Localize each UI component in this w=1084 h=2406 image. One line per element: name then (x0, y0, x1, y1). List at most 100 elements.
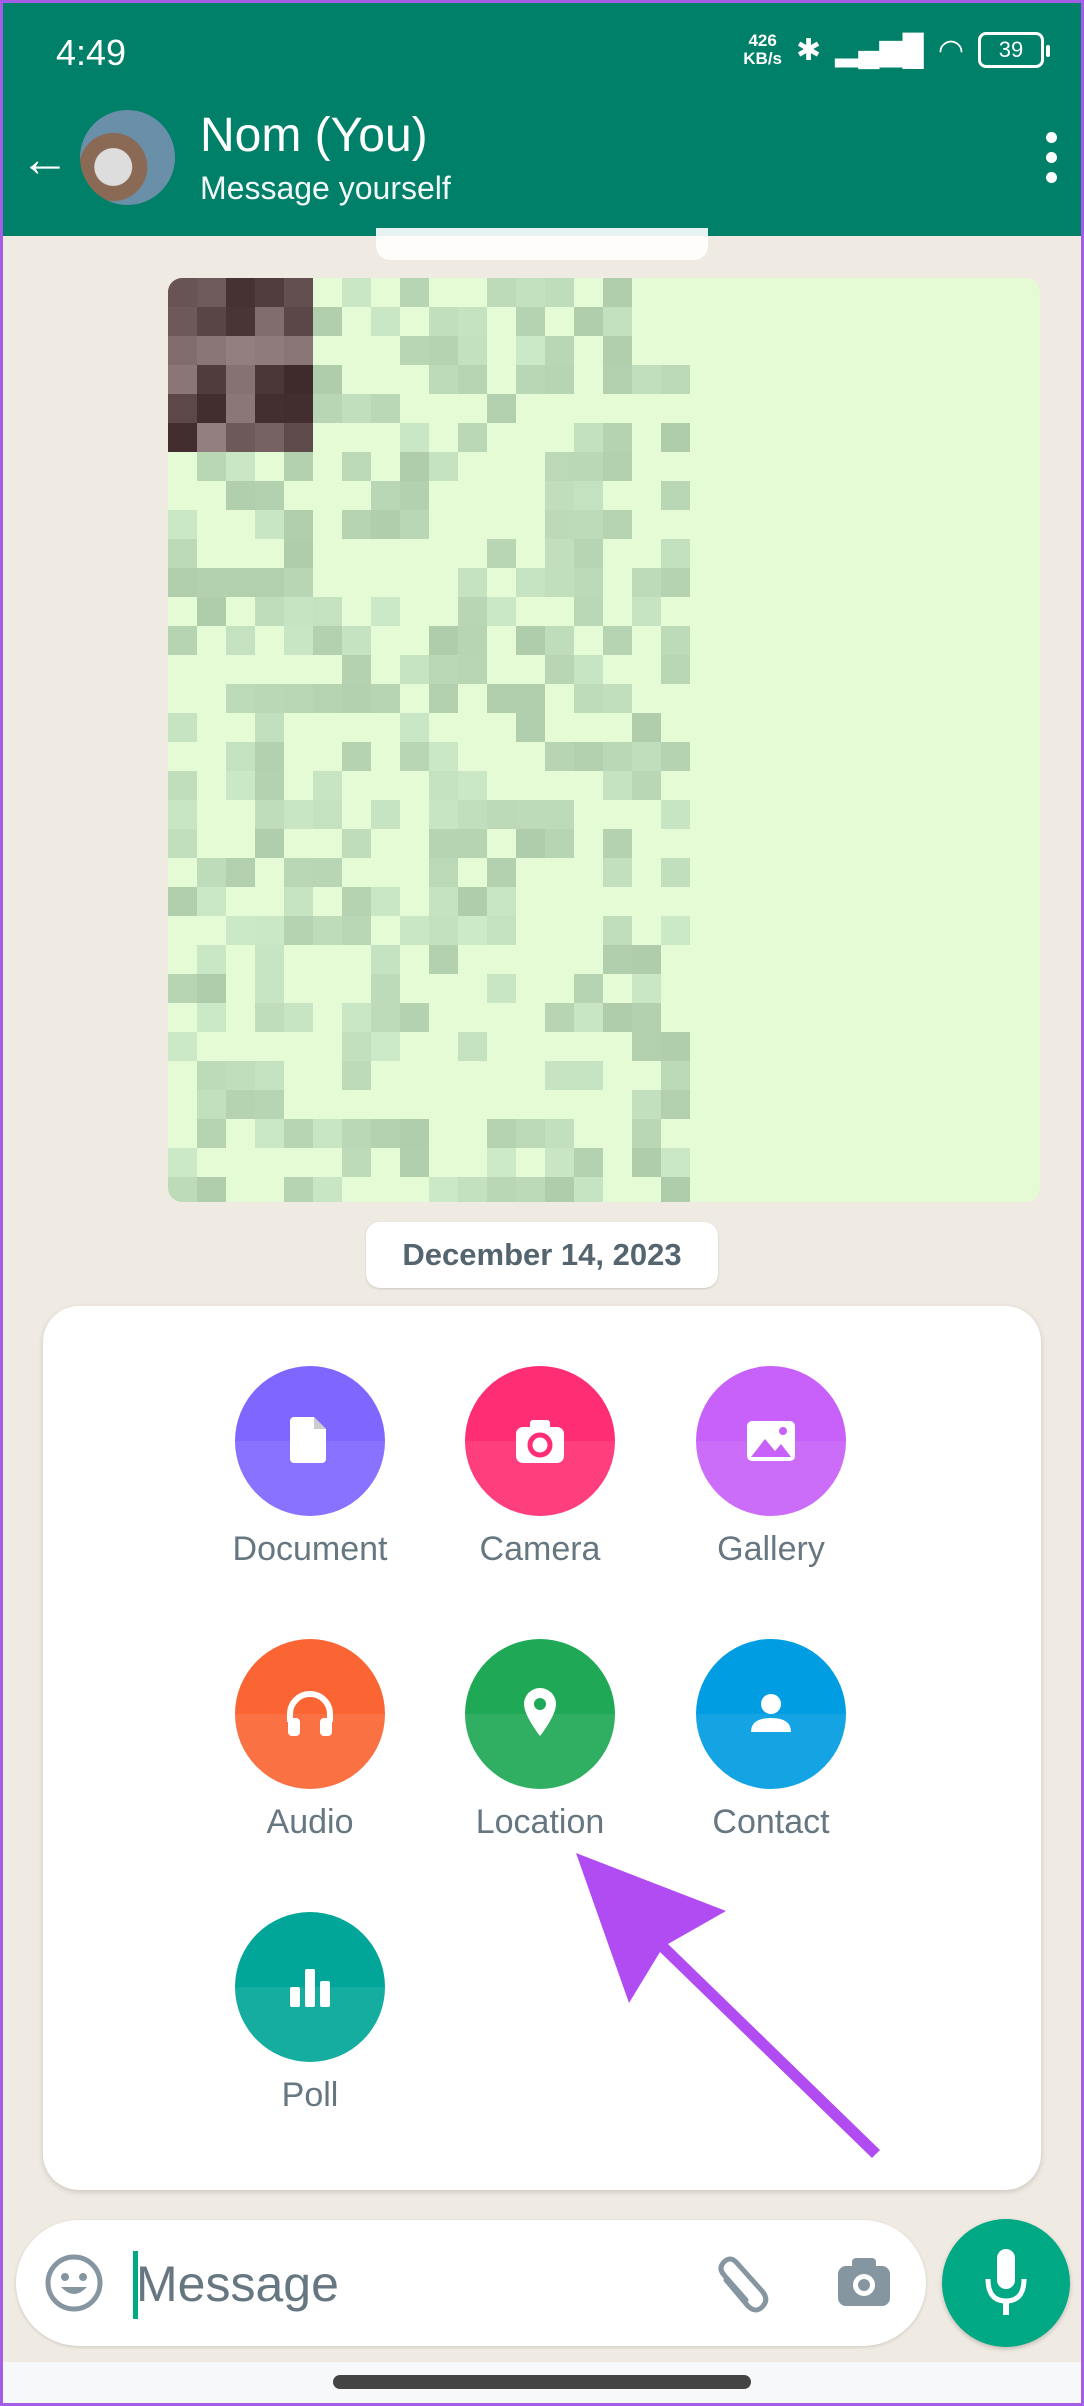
more-vert-icon[interactable] (1046, 132, 1058, 183)
pixel-block (864, 655, 893, 684)
pixel-block (574, 829, 603, 858)
pixel-block (574, 423, 603, 452)
pixel-block (226, 916, 255, 945)
pixel-block (255, 539, 284, 568)
pixel-block (313, 945, 342, 974)
pixel-block (893, 626, 922, 655)
pixel-block (719, 307, 748, 336)
pixel-block (168, 684, 197, 713)
attach-option-document[interactable]: Document (195, 1366, 425, 1569)
document-icon-circle[interactable] (235, 1366, 385, 1516)
pixel-block (400, 626, 429, 655)
pixel-block (342, 278, 371, 307)
pixel-block (371, 1061, 400, 1090)
pixel-block (632, 1032, 661, 1061)
avatar[interactable] (80, 110, 175, 205)
pixel-block (806, 307, 835, 336)
pixel-block (516, 800, 545, 829)
pixel-block (864, 510, 893, 539)
pixel-block (1009, 1119, 1038, 1148)
attach-option-contact[interactable]: Contact (656, 1639, 886, 1842)
pixel-block (255, 336, 284, 365)
pixel-block (284, 771, 313, 800)
mic-button[interactable] (942, 2219, 1070, 2347)
pixel-block (806, 771, 835, 800)
pixel-block (342, 945, 371, 974)
attach-option-camera[interactable]: Camera (425, 1366, 655, 1569)
pixel-block (284, 1090, 313, 1119)
pixel-block (632, 307, 661, 336)
pixel-block (748, 626, 777, 655)
pixel-block (603, 1177, 632, 1202)
pixel-block (864, 974, 893, 1003)
message-input[interactable]: Message (136, 2255, 339, 2313)
pixel-block (400, 278, 429, 307)
pixel-block (313, 626, 342, 655)
pixel-block (371, 858, 400, 887)
pixel-block (458, 597, 487, 626)
pixel-block (603, 568, 632, 597)
pixel-block (806, 1032, 835, 1061)
pixel-block (168, 829, 197, 858)
arrow-left-icon[interactable]: ← (20, 130, 70, 188)
pixel-block (893, 713, 922, 742)
pixel-block (226, 1119, 255, 1148)
attach-option-gallery[interactable]: Gallery (656, 1366, 886, 1569)
pixel-block (835, 1032, 864, 1061)
pixel-block (980, 713, 1009, 742)
camera-icon[interactable] (834, 2252, 894, 2312)
location-pin-icon-circle[interactable] (465, 1639, 615, 1789)
pixel-block (168, 452, 197, 481)
pixel-block (342, 887, 371, 916)
message-bubble-pixelated[interactable] (168, 278, 1040, 1202)
pixel-block (1009, 1148, 1038, 1177)
pixel-block (835, 829, 864, 858)
pixel-block (458, 539, 487, 568)
pixel-block (719, 858, 748, 887)
pixel-block (284, 742, 313, 771)
pixel-block (545, 336, 574, 365)
pixel-block (893, 539, 922, 568)
home-handle[interactable] (333, 2375, 751, 2389)
attach-icon[interactable] (706, 2250, 772, 2316)
pixel-block (400, 1061, 429, 1090)
pixel-block (371, 452, 400, 481)
pixel-block (864, 539, 893, 568)
pixel-block (777, 1003, 806, 1032)
pixel-block (777, 423, 806, 452)
pixel-block (835, 1003, 864, 1032)
pixel-block (951, 771, 980, 800)
pixel-block (400, 394, 429, 423)
emoji-icon[interactable] (44, 2253, 104, 2313)
pixel-block (661, 597, 690, 626)
pixel-block (661, 510, 690, 539)
camera-icon-circle[interactable] (465, 1366, 615, 1516)
pixel-block (835, 742, 864, 771)
pixel-block (371, 1032, 400, 1061)
contact-icon-circle[interactable] (696, 1639, 846, 1789)
attach-option-audio[interactable]: Audio (195, 1639, 425, 1842)
pixel-block (574, 887, 603, 916)
pixel-block (313, 1061, 342, 1090)
headphones-icon-circle[interactable] (235, 1639, 385, 1789)
pixel-block (893, 655, 922, 684)
pixel-block (197, 510, 226, 539)
pixel-block (719, 423, 748, 452)
pixel-block (429, 684, 458, 713)
date-chip: December 14, 2023 (366, 1222, 718, 1288)
pixel-block (864, 684, 893, 713)
pixel-block (951, 278, 980, 307)
pixel-block (284, 829, 313, 858)
attach-option-poll[interactable]: Poll (195, 1912, 425, 2115)
pixel-block (487, 423, 516, 452)
pixel-block (806, 278, 835, 307)
attach-option-location[interactable]: Location (425, 1639, 655, 1842)
pixel-block (748, 278, 777, 307)
pixel-block (806, 1003, 835, 1032)
chat-title[interactable]: Nom (You) (200, 108, 428, 163)
pixel-block (748, 713, 777, 742)
gallery-icon-circle[interactable] (696, 1366, 846, 1516)
pixel-block (632, 394, 661, 423)
pixel-block (284, 1119, 313, 1148)
poll-icon-circle[interactable] (235, 1912, 385, 2062)
